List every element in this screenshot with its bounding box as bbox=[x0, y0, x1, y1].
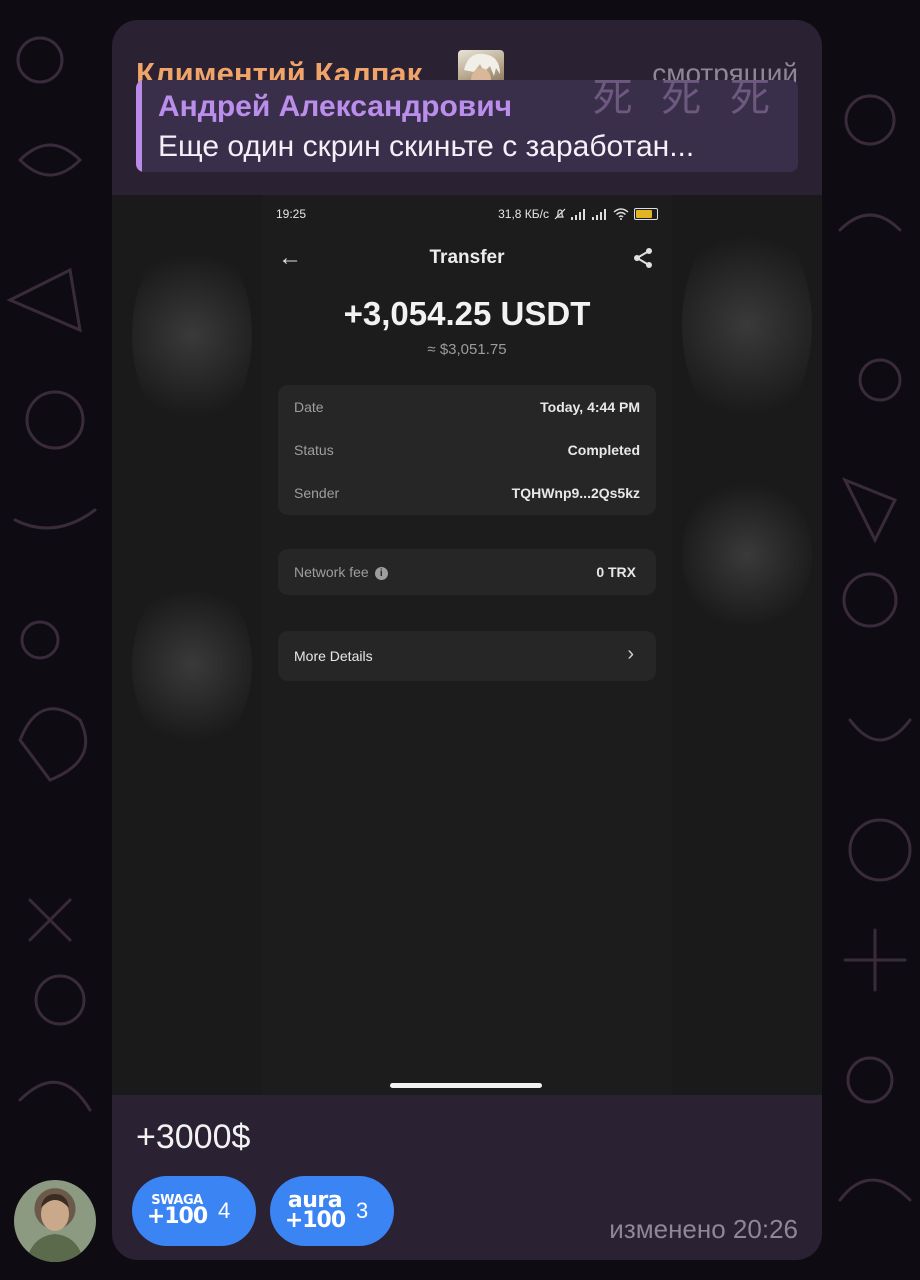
share-icon bbox=[634, 248, 652, 268]
chevron-right-icon: › bbox=[627, 643, 634, 665]
nav-bar: ← Transfer bbox=[262, 243, 672, 273]
blur-glow bbox=[682, 215, 812, 435]
swaga-plus100-emoji-icon: SWAGA +100 bbox=[146, 1185, 208, 1237]
more-details-label: More Details bbox=[294, 648, 373, 664]
emoji-bottom-text: +100 bbox=[146, 1203, 208, 1229]
reaction-count: 3 bbox=[356, 1198, 369, 1223]
user-avatar[interactable] bbox=[14, 1180, 96, 1262]
fee-value: 0 TRX bbox=[596, 564, 636, 580]
transfer-amount: +3,054.25 USDT bbox=[343, 295, 591, 332]
edited-timestamp: изменено 20:26 bbox=[609, 1214, 798, 1244]
battery-level bbox=[636, 210, 652, 218]
reaction-swaga[interactable]: SWAGA +100 4 bbox=[132, 1176, 256, 1246]
screen-title: Transfer bbox=[429, 247, 505, 268]
detail-label: Date bbox=[294, 399, 324, 415]
reply-author: Андрей Александрович bbox=[158, 90, 513, 123]
amount-usd: ≈ $3,051.75 bbox=[427, 341, 507, 358]
battery-icon bbox=[634, 208, 658, 220]
network-speed: 31,8 КБ/с bbox=[498, 207, 549, 221]
reply-quote[interactable]: 死 死 死 Андрей Александрович Еще один скри… bbox=[136, 80, 798, 172]
detail-value: TQHWnp9...2Qs5kz bbox=[511, 485, 640, 501]
detail-row-status: Status Completed bbox=[294, 442, 640, 464]
reply-pattern: 死 死 死 bbox=[592, 80, 778, 121]
network-fee-card: Network fee i 0 TRX bbox=[278, 549, 656, 595]
wifi-icon bbox=[613, 208, 629, 220]
fee-label: Network fee bbox=[294, 564, 369, 580]
detail-label: Sender bbox=[294, 485, 340, 501]
photo-attachment[interactable]: 19:25 31,8 КБ/с ← Transfer +3,054.25 USD… bbox=[112, 195, 822, 1095]
home-indicator bbox=[390, 1083, 542, 1088]
info-icon: i bbox=[374, 567, 388, 580]
signal-icon bbox=[571, 208, 585, 220]
more-details-card: More Details › bbox=[278, 631, 656, 681]
status-time: 19:25 bbox=[276, 207, 307, 221]
blur-glow bbox=[132, 235, 252, 435]
detail-value: Today, 4:44 PM bbox=[540, 399, 640, 415]
message-bubble[interactable]: Климентий Калпак смотрящий 死 死 死 Андрей … bbox=[112, 20, 822, 1260]
phone-screenshot: 19:25 31,8 КБ/с ← Transfer +3,054.25 USD… bbox=[262, 195, 672, 1095]
detail-value: Completed bbox=[567, 442, 640, 458]
blur-glow bbox=[132, 575, 252, 755]
reply-bar bbox=[136, 80, 142, 172]
aura-plus100-emoji-icon: aura +100 bbox=[284, 1185, 346, 1237]
status-bar: 19:25 31,8 КБ/с bbox=[276, 205, 658, 229]
blur-glow bbox=[682, 475, 812, 635]
reaction-count: 4 bbox=[218, 1198, 231, 1223]
detail-row-sender: Sender TQHWnp9...2Qs5kz bbox=[294, 485, 640, 507]
emoji-bottom-text: +100 bbox=[284, 1208, 346, 1233]
details-card: Date Today, 4:44 PM Status Completed Sen… bbox=[278, 385, 656, 515]
signal-icon bbox=[592, 208, 606, 220]
detail-row-date: Date Today, 4:44 PM bbox=[294, 399, 640, 421]
mute-bell-icon bbox=[554, 208, 566, 220]
detail-label: Status bbox=[294, 442, 334, 458]
fee-label-wrap: Network fee i bbox=[294, 564, 388, 580]
message-text: +3000$ bbox=[136, 1118, 251, 1156]
status-indicators: 31,8 КБ/с bbox=[498, 207, 658, 221]
reaction-aura[interactable]: aura +100 3 bbox=[270, 1176, 394, 1246]
reply-text: Еще один скрин скиньте с заработан... bbox=[158, 130, 695, 163]
